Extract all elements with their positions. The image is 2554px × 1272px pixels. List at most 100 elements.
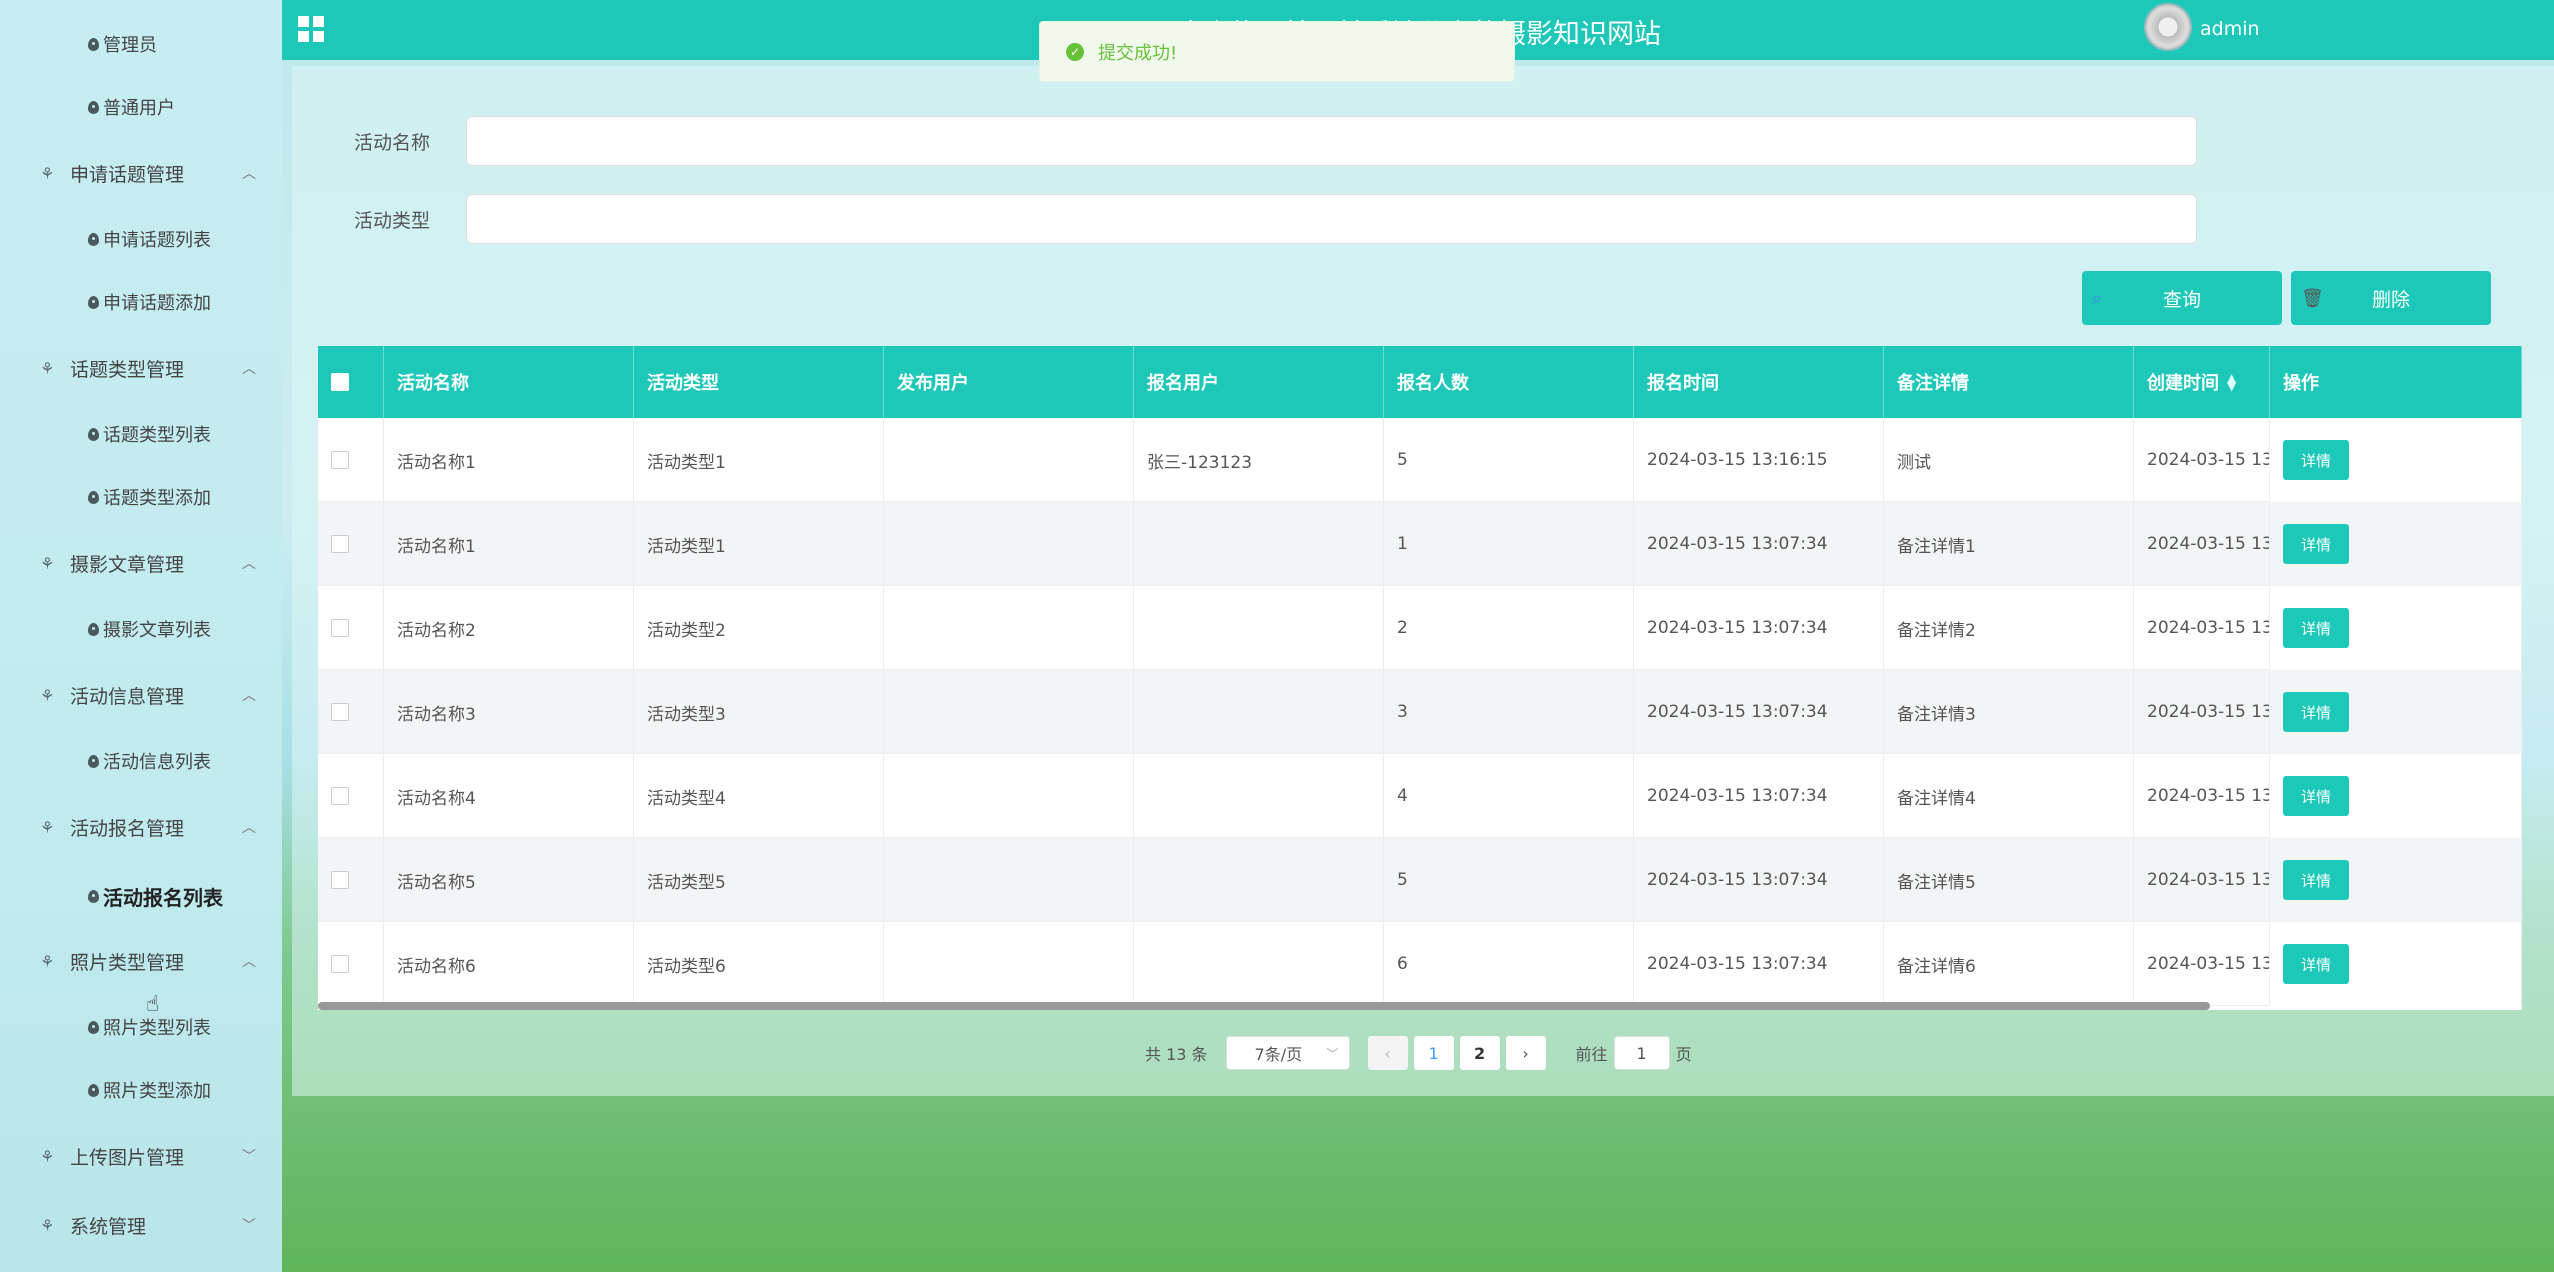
table-cell: 2024-03-15 13:07:34: [1634, 754, 1884, 838]
sidebar-item[interactable]: 话题类型列表: [0, 420, 282, 448]
table-cell: [1134, 754, 1384, 838]
activity-type-input[interactable]: [466, 194, 2197, 244]
user-group-icon: ⚘: [40, 685, 55, 705]
enrollment-table: 活动名称 活动类型 发布用户 报名用户 报名人数 报名时间 备注详情 创建时间 ▲ ▼ 操作 活动名称…: [318, 346, 2522, 1010]
username[interactable]: admin: [2200, 18, 2260, 40]
column-header[interactable]: 创建时间 ▲ ▼: [2134, 346, 2270, 418]
sidebar-group[interactable]: ⚘ 活动信息管理 ︿: [0, 681, 282, 709]
detail-button[interactable]: 详情: [2283, 944, 2349, 984]
page-size-select[interactable]: 7条/页 ﹀: [1225, 1036, 1350, 1070]
row-checkbox[interactable]: [331, 535, 349, 553]
sidebar-group[interactable]: ⚘ 照片类型管理 ︿: [0, 947, 282, 975]
sidebar-group[interactable]: ⚘ 摄影文章管理 ︿: [0, 549, 282, 577]
delete-button[interactable]: 🗑 删除: [2291, 271, 2491, 325]
table-cell: 活动名称1: [384, 418, 634, 502]
row-checkbox[interactable]: [331, 451, 349, 469]
sidebar-item[interactable]: 申请话题添加: [0, 288, 282, 316]
column-header-label: 备注详情: [1897, 373, 1969, 394]
activity-name-row: 活动名称: [354, 116, 2197, 166]
action-cell: 详情: [2270, 418, 2522, 502]
row-checkbox[interactable]: [331, 619, 349, 637]
table-row: 活动名称5 活动类型5 5 2024-03-15 13:07:34 备注详情5 2024-…: [318, 838, 2522, 922]
table-row: 活动名称4 活动类型4 4 2024-03-15 13:07:34 备注详情4 2024-…: [318, 754, 2522, 838]
detail-button[interactable]: 详情: [2283, 524, 2349, 564]
activity-name-label: 活动名称: [354, 131, 431, 154]
sidebar-label: 普通用户: [103, 98, 175, 119]
map-pin-icon: [88, 889, 99, 903]
select-all-checkbox[interactable]: [331, 373, 349, 391]
sidebar-item[interactable]: 摄影文章列表: [0, 615, 282, 643]
map-pin-icon: [88, 37, 99, 51]
next-page-button[interactable]: ›: [1505, 1036, 1546, 1070]
action-cell: 详情: [2270, 670, 2522, 754]
sidebar-item[interactable]: 管理员: [0, 30, 282, 58]
row-checkbox[interactable]: [331, 955, 349, 973]
row-checkbox[interactable]: [331, 871, 349, 889]
action-cell: 详情: [2270, 586, 2522, 670]
sidebar-item[interactable]: 申请话题列表: [0, 225, 282, 253]
sidebar-group[interactable]: ⚘ 上传图片管理 ﹀: [0, 1142, 282, 1170]
table-header: 活动名称 活动类型 发布用户 报名用户 报名人数 报名时间 备注详情 创建时间 ▲ ▼ 操作: [318, 346, 2522, 418]
avatar[interactable]: [2144, 3, 2192, 51]
user-group-icon: ⚘: [40, 1146, 55, 1166]
success-toast: ✓ 提交成功!: [1039, 21, 1515, 82]
row-checkbox[interactable]: [331, 703, 349, 721]
table-cell: 2024-03-15 13:0: [2134, 586, 2270, 670]
sidebar-item[interactable]: 照片类型添加: [0, 1076, 282, 1104]
table-cell: [884, 754, 1134, 838]
table-row: 活动名称3 活动类型3 3 2024-03-15 13:07:34 备注详情3 2024-…: [318, 670, 2522, 754]
row-select-cell: [318, 586, 384, 670]
chevron-up-icon: ︿: [242, 556, 256, 572]
sidebar-label: 照片类型添加: [103, 1081, 211, 1102]
sort-icon[interactable]: ▲ ▼: [2227, 372, 2236, 392]
detail-button[interactable]: 详情: [2283, 692, 2349, 732]
chevron-up-icon: ︿: [242, 954, 256, 970]
activity-name-input[interactable]: [466, 116, 2197, 166]
column-header: 操作: [2270, 346, 2522, 418]
sidebar-item[interactable]: 照片类型列表: [0, 1013, 282, 1041]
sidebar-group[interactable]: ⚘ 申请话题管理 ︿: [0, 159, 282, 187]
column-header: 报名用户: [1134, 346, 1384, 418]
table-cell: 2024-03-15 13:0: [2134, 670, 2270, 754]
sidebar-item[interactable]: 话题类型添加: [0, 483, 282, 511]
table-cell: 2024-03-15 13:16:15: [1634, 418, 1884, 502]
sidebar-item[interactable]: 活动信息列表: [0, 747, 282, 775]
detail-button[interactable]: 详情: [2283, 776, 2349, 816]
action-cell: 详情: [2270, 922, 2522, 1006]
table-cell: [884, 502, 1134, 586]
action-cell: 详情: [2270, 754, 2522, 838]
detail-button[interactable]: 详情: [2283, 860, 2349, 900]
sidebar-group[interactable]: ⚘ 活动报名管理 ︿: [0, 813, 282, 841]
table-row: 活动名称2 活动类型2 2 2024-03-15 13:07:34 备注详情2 2024-…: [318, 586, 2522, 670]
table-cell: 2024-03-15 13:1: [2134, 418, 2270, 502]
column-header-label: 活动名称: [397, 373, 469, 394]
sidebar-group[interactable]: ⚘ 系统管理 ﹀: [0, 1211, 282, 1239]
row-checkbox[interactable]: [331, 787, 349, 805]
column-header: 发布用户: [884, 346, 1134, 418]
table-cell: 活动类型5: [634, 838, 884, 922]
goto-page-input[interactable]: 1: [1613, 1036, 1670, 1070]
prev-page-button[interactable]: ‹: [1367, 1036, 1408, 1070]
horizontal-scrollbar[interactable]: [318, 1002, 2210, 1010]
column-header-label: 操作: [2283, 373, 2319, 394]
page-1-button[interactable]: 1: [1413, 1036, 1454, 1070]
column-header: 活动类型: [634, 346, 884, 418]
map-pin-icon: [88, 754, 99, 768]
detail-button[interactable]: 详情: [2283, 608, 2349, 648]
table-cell: [884, 670, 1134, 754]
table-cell: 2024-03-15 13:07:34: [1634, 502, 1884, 586]
sidebar-item[interactable]: 活动报名列表: [0, 882, 282, 910]
table-cell: 备注详情1: [1884, 502, 2134, 586]
sidebar-item[interactable]: 普通用户: [0, 93, 282, 121]
detail-button[interactable]: 详情: [2283, 440, 2349, 480]
select-all-cell: [318, 346, 384, 418]
pagination: 共 13 条 7条/页 ﹀ ‹ 1 2 › 前往 1 页: [1145, 1036, 1692, 1070]
map-pin-icon: [88, 1020, 99, 1034]
row-select-cell: [318, 922, 384, 1006]
goto-suffix: 页: [1675, 1045, 1692, 1064]
query-button[interactable]: ⌕ 查询: [2082, 271, 2282, 325]
column-header-label: 发布用户: [897, 373, 969, 394]
user-group-icon: ⚘: [40, 1215, 55, 1235]
page-2-button[interactable]: 2: [1459, 1036, 1500, 1070]
sidebar-group[interactable]: ⚘ 话题类型管理 ︿: [0, 354, 282, 382]
